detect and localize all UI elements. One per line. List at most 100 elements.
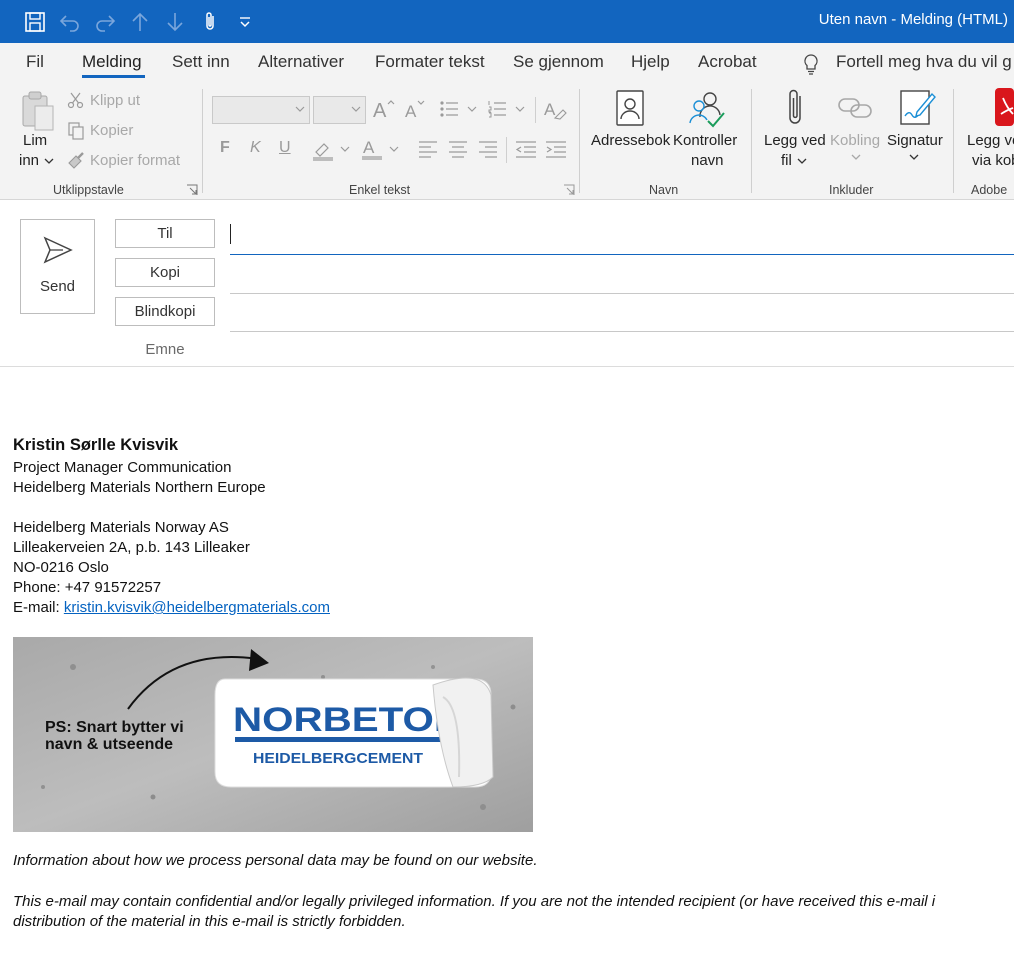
chevron-down-icon — [797, 158, 807, 164]
clipboard-launcher-icon[interactable] — [186, 183, 198, 195]
link-icon[interactable] — [837, 93, 875, 123]
tab-message[interactable]: Melding — [82, 52, 142, 72]
privacy-notice: Information about how we process persona… — [13, 852, 538, 869]
banner-logo-heidelberg: HEIDELBERGCEMENT — [253, 750, 423, 767]
increase-indent-icon[interactable] — [545, 140, 567, 158]
grow-font-icon[interactable]: A — [372, 98, 396, 120]
chevron-down-icon — [909, 153, 919, 161]
paperclip-icon[interactable] — [198, 10, 222, 34]
chevron-down-icon — [295, 106, 305, 112]
tab-format-text[interactable]: Formater tekst — [375, 52, 485, 72]
email-label: E-mail: — [13, 599, 64, 616]
italic-button[interactable]: K — [250, 139, 261, 157]
tab-help[interactable]: Hjelp — [631, 52, 670, 72]
chevron-down-icon — [351, 106, 361, 112]
to-button[interactable]: Til — [115, 219, 215, 248]
ribbon-separator — [535, 97, 536, 123]
subject-label: Emne — [145, 341, 185, 358]
attach-file-label-2: fil — [781, 152, 792, 169]
paste-label-1[interactable]: Lim — [23, 132, 47, 149]
adobe-pdf-icon[interactable] — [995, 88, 1014, 126]
arrow-down-icon[interactable] — [163, 10, 187, 34]
attach-file-button[interactable]: fil — [781, 152, 807, 169]
tab-acrobat[interactable]: Acrobat — [698, 52, 757, 72]
send-icon — [43, 236, 73, 264]
paste-button[interactable]: inn — [19, 152, 54, 169]
paste-icon[interactable] — [20, 90, 56, 132]
send-button[interactable]: Send — [20, 219, 95, 314]
adobe-label-1[interactable]: Legg ve — [967, 132, 1014, 149]
underline-button[interactable]: U — [279, 139, 291, 157]
bcc-input[interactable] — [230, 331, 1014, 332]
text-caret — [230, 224, 231, 244]
font-size-dropdown[interactable] — [313, 96, 366, 124]
svg-text:A: A — [544, 100, 556, 119]
ribbon-separator — [953, 89, 954, 193]
check-names-label-2[interactable]: navn — [691, 152, 724, 169]
font-color-icon[interactable]: A — [361, 137, 401, 161]
chevron-down-icon — [44, 158, 54, 164]
signature-org: Heidelberg Materials Northern Europe — [13, 479, 266, 496]
bcc-button[interactable]: Blindkopi — [115, 297, 215, 326]
clear-formatting-icon[interactable]: A — [543, 98, 567, 120]
tab-options[interactable]: Alternativer — [258, 52, 344, 72]
attach-file-label-1[interactable]: Legg ved — [764, 132, 826, 149]
align-right-icon[interactable] — [478, 140, 498, 158]
svg-text:A: A — [373, 100, 387, 120]
font-name-dropdown[interactable] — [212, 96, 310, 124]
signature-title: Project Manager Communication — [13, 459, 232, 476]
cut-button[interactable]: Klipp ut — [90, 92, 140, 109]
attach-file-icon[interactable] — [785, 88, 805, 128]
link-button[interactable]: Kobling — [830, 132, 880, 149]
window-title: Uten navn - Melding (HTML) — [818, 11, 1008, 28]
align-center-icon[interactable] — [448, 140, 468, 158]
format-painter-icon — [66, 151, 86, 169]
signature-icon[interactable] — [899, 88, 937, 128]
arrow-up-icon[interactable] — [128, 10, 152, 34]
group-label-names: Navn — [649, 183, 679, 197]
subject-input[interactable] — [0, 366, 1014, 367]
active-tab-indicator — [82, 75, 145, 78]
cc-button[interactable]: Kopi — [115, 258, 215, 287]
adobe-label-2[interactable]: via kob — [972, 152, 1014, 169]
undo-icon[interactable] — [58, 10, 82, 34]
customize-qat-icon[interactable] — [233, 10, 257, 34]
numbering-icon[interactable] — [488, 100, 528, 118]
signature-postal: NO-0216 Oslo — [13, 559, 109, 576]
tab-file[interactable]: Fil — [26, 52, 44, 72]
copy-button[interactable]: Kopier — [90, 122, 133, 139]
tab-insert[interactable]: Sett inn — [172, 52, 230, 72]
signature-name: Kristin Sørlle Kvisvik — [13, 436, 179, 454]
check-names-icon[interactable] — [688, 89, 726, 129]
address-book-button[interactable]: Adressebok — [591, 132, 670, 149]
group-label-basic-text: Enkel tekst — [349, 183, 411, 197]
ribbon-separator — [506, 137, 507, 163]
shrink-font-icon[interactable]: A — [404, 98, 428, 120]
email-link[interactable]: kristin.kvisvik@heidelbergmaterials.com — [64, 599, 330, 616]
signature-address: Lilleakerveien 2A, p.b. 143 Lilleaker — [13, 539, 250, 556]
bold-button[interactable]: F — [220, 139, 230, 157]
confidentiality-line-1: This e-mail may contain confidential and… — [13, 893, 936, 910]
highlight-icon[interactable] — [312, 138, 352, 162]
to-input[interactable] — [230, 254, 1014, 255]
redo-icon[interactable] — [93, 10, 117, 34]
signature-button[interactable]: Signatur — [887, 132, 943, 149]
copy-icon — [67, 121, 85, 141]
group-label-adobe: Adobe — [971, 183, 1008, 197]
banner-ps-line1: PS: Snart bytter vi — [45, 719, 184, 736]
group-label-include: Inkluder — [829, 183, 874, 197]
save-icon[interactable] — [23, 10, 47, 34]
format-painter-button[interactable]: Kopier format — [90, 152, 180, 169]
ribbon-separator — [751, 89, 752, 193]
cc-input[interactable] — [230, 293, 1014, 294]
basic-text-launcher-icon[interactable] — [563, 183, 575, 195]
tab-review[interactable]: Se gjennom — [513, 52, 604, 72]
decrease-indent-icon[interactable] — [515, 140, 537, 158]
ribbon: Lim inn Klipp ut Kopier Kopier format Ut… — [0, 83, 1014, 200]
check-names-label-1[interactable]: Kontroller — [673, 132, 737, 149]
chevron-down-icon — [851, 153, 861, 161]
bullets-icon[interactable] — [440, 100, 480, 118]
address-book-icon[interactable] — [614, 89, 646, 127]
title-bar: Uten navn - Melding (HTML) — [0, 0, 1014, 43]
align-left-icon[interactable] — [418, 140, 438, 158]
